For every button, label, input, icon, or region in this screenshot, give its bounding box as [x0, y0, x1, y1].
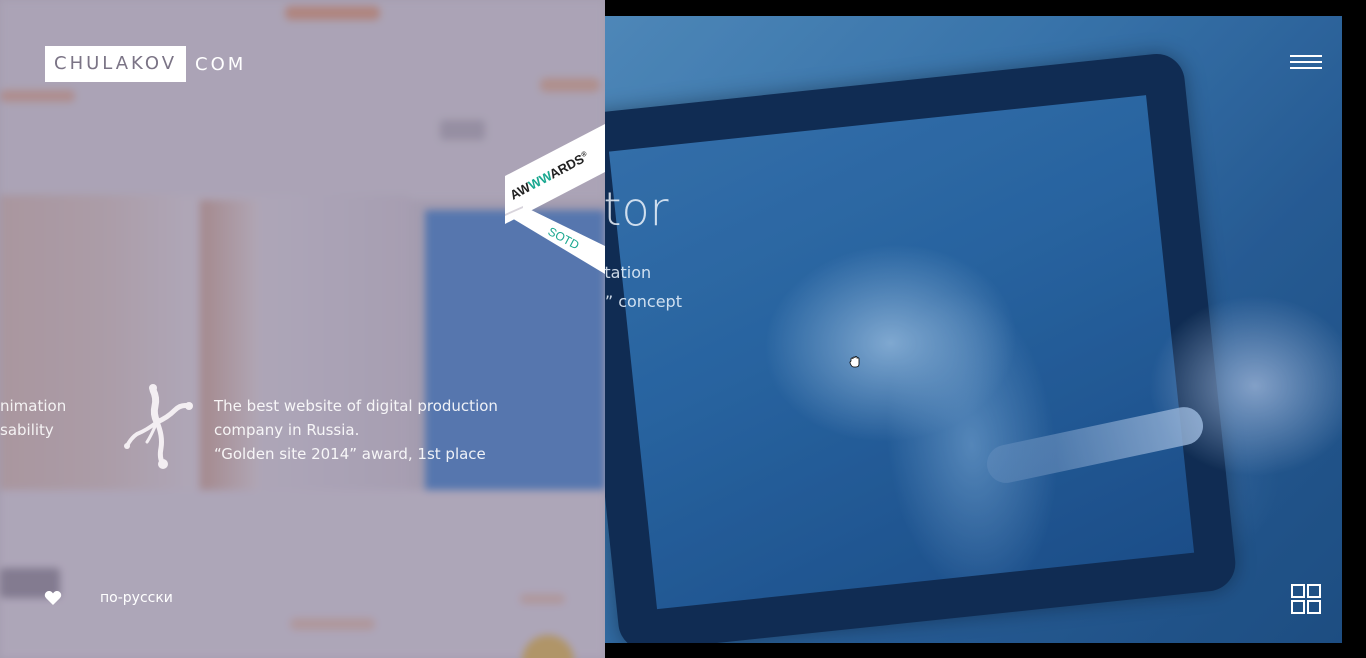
- award-description-line1: The best website of digital production: [214, 397, 498, 415]
- previous-slide-panel[interactable]: nimation sability The best website of di…: [0, 0, 605, 658]
- award-description-line3: “Golden site 2014” award, 1st place: [214, 445, 486, 463]
- cropped-text-line1: nimation: [0, 397, 67, 415]
- language-switch-link[interactable]: по-русски: [100, 590, 173, 606]
- cropped-text-line2: sability: [0, 421, 54, 439]
- heart-icon[interactable]: [44, 589, 62, 607]
- dancing-figure-icon: [124, 384, 193, 469]
- grid-view-icon[interactable]: [1291, 584, 1321, 614]
- hand-grab-cursor: [849, 356, 860, 368]
- awwwards-sotd-ribbon[interactable]: AWWWARDS® SOTD: [505, 124, 605, 274]
- logo-box-text: CHULAKOV: [45, 46, 187, 82]
- site-logo[interactable]: CHULAKOV COM: [45, 46, 246, 82]
- award-description-line2: company in Russia.: [214, 421, 360, 439]
- slide-photo: [605, 16, 1342, 643]
- logo-suffix-text: COM: [195, 53, 247, 75]
- hamburger-menu-icon[interactable]: [1290, 55, 1322, 71]
